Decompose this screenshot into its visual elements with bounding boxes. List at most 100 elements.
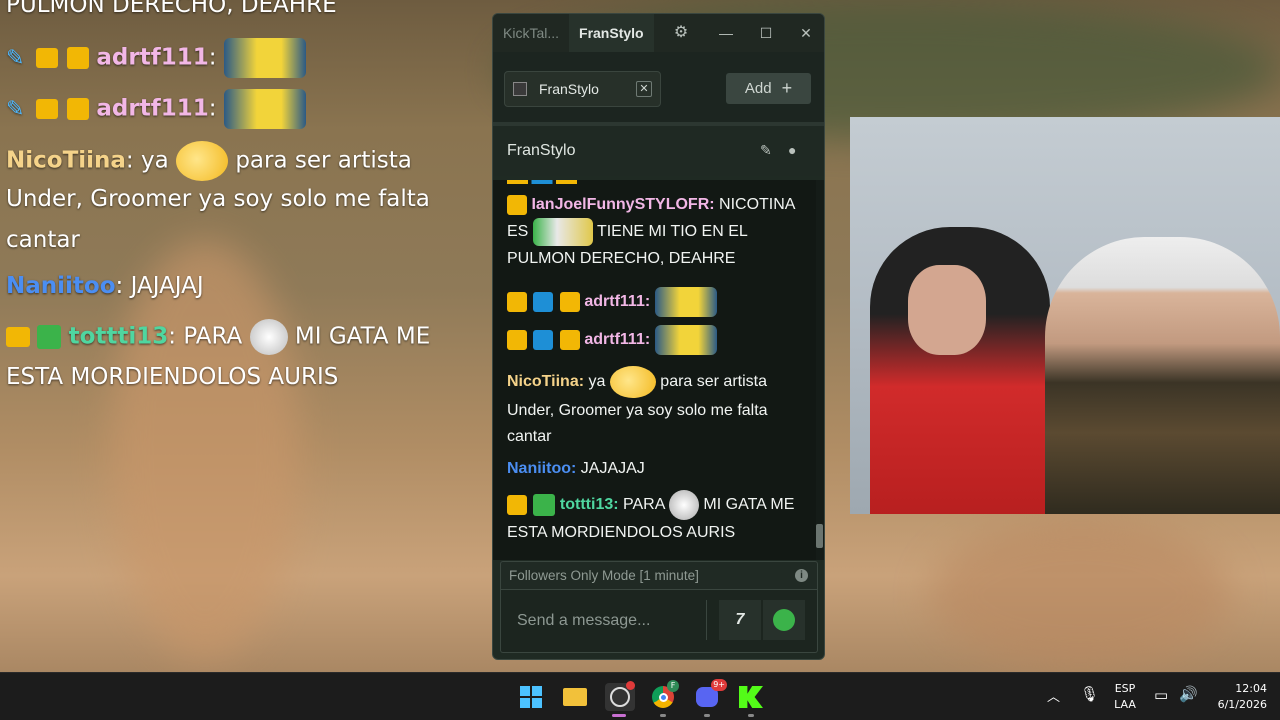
chat-message: adrtf111:: [507, 325, 807, 355]
overlay-line: cantar: [6, 227, 80, 253]
tab-franstylo[interactable]: FranStylo: [569, 14, 654, 52]
kick-emote-button[interactable]: [763, 600, 805, 640]
chat-username[interactable]: adrtf111: [584, 331, 644, 348]
trollface-emote-icon: [668, 490, 699, 520]
microphone-icon[interactable]: 🎙: [1080, 685, 1099, 703]
overlay-text: ESTA MORDIENDOLOS AURIS: [6, 364, 339, 390]
crown-badge-icon: [559, 292, 580, 312]
overlay-text: PULMON DERECHO, DEAHRE: [6, 0, 337, 18]
chat-username[interactable]: NicoTiina: [507, 373, 579, 390]
seventv-icon: 7: [735, 611, 745, 628]
chat-scrollbar[interactable]: [816, 180, 824, 560]
plus-icon: +: [781, 78, 793, 98]
show-hidden-icons-chevron-icon[interactable]: ︿: [1047, 686, 1060, 705]
channel-chip[interactable]: FranStylo ✕: [504, 71, 661, 107]
kick-badge-icon: [507, 292, 527, 312]
crown-badge-icon: [559, 330, 580, 350]
crown-badge-icon: [35, 99, 58, 119]
chat-text: Under, Groomer ya soy solo me falta: [507, 402, 768, 419]
followers-mode-text: Followers Only Mode [1 minute]: [509, 568, 699, 583]
title-bar: KickTal... FranStylo ⚙ — ☐ ✕: [493, 14, 824, 52]
chrome-profile-badge: F: [667, 680, 679, 692]
emote-face-icon: [773, 609, 795, 631]
chat-message: adrtf111:: [507, 287, 807, 317]
network-icon[interactable]: ▭: [1154, 686, 1168, 704]
smile-thumbs-emote-icon: [176, 141, 229, 181]
minimize-button[interactable]: —: [706, 14, 746, 52]
moderator-badge-icon: [533, 292, 554, 312]
maximize-button[interactable]: ☐: [746, 14, 786, 52]
trollface-emote-icon: [532, 218, 593, 246]
obs-icon[interactable]: [605, 681, 635, 711]
background-deer-right: [930, 520, 1230, 670]
overlay-line: Under, Groomer ya soy solo me falta: [6, 186, 430, 212]
file-explorer-icon[interactable]: [561, 683, 589, 711]
discord-icon[interactable]: 9+: [693, 679, 727, 711]
chat-message: Naniitoo: JAJAJAJ: [507, 456, 807, 482]
overlay-separator: :: [208, 95, 217, 122]
chat-text: ESTA MORDIENDOLOS AURIS: [507, 524, 736, 541]
chat-username[interactable]: Naniitoo: [507, 460, 571, 477]
partial-badges: [507, 180, 577, 184]
moderator-badge-icon: ✎: [6, 45, 25, 71]
language-code: ESP: [1114, 682, 1136, 695]
overlay-separator: :: [208, 44, 217, 71]
chat-text: TIENE MI TIO EN EL: [592, 223, 748, 241]
volume-icon[interactable]: 🔊: [1179, 685, 1198, 703]
minion-emote-icon: [223, 89, 306, 129]
chat-text: PULMON DERECHO, DEAHRE: [507, 250, 736, 267]
streamer-left-face: [908, 265, 986, 355]
taskbar-running-dot: [660, 714, 666, 717]
overlay-text: para ser artista: [228, 147, 412, 174]
info-icon[interactable]: i: [795, 569, 808, 582]
chip-close-icon[interactable]: ✕: [636, 81, 652, 97]
language-indicator[interactable]: ESP LAA: [1110, 682, 1140, 711]
chrome-icon[interactable]: F: [649, 680, 679, 711]
minion-emote-icon: [654, 325, 717, 355]
moderator-badge-icon: ✎: [6, 96, 25, 122]
overlay-line: NicoTiina: ya para ser artista: [6, 141, 412, 181]
discord-notification-badge: 9+: [711, 679, 727, 691]
chat-text: ya: [584, 373, 606, 391]
chat-username[interactable]: tottti13: [560, 496, 613, 513]
clock[interactable]: 12:04 6/1/2026: [1205, 682, 1267, 711]
close-button[interactable]: ✕: [786, 14, 824, 52]
message-composer: 7: [500, 590, 818, 653]
add-label: Add: [744, 80, 772, 97]
overlay-text: Under, Groomer ya soy solo me falta: [6, 186, 430, 212]
overlay-line: tottti13: PARA MI GATA ME: [6, 319, 430, 355]
chat-message: IanJoelFunnySTYLOFR: NICOTINA ES TIENE M…: [507, 192, 807, 272]
creeper-badge-icon: [37, 325, 62, 349]
chat-text: para ser artista: [655, 373, 767, 391]
overlay-separator: :: [168, 323, 177, 350]
add-channel-button[interactable]: Add +: [726, 73, 811, 104]
tab-kicktalk[interactable]: KickTal...: [493, 14, 569, 52]
chat-separator: :: [644, 293, 651, 311]
kick-badge-icon: [507, 330, 527, 350]
windows-taskbar: F 9+ ︿ 🎙 ESP LAA ▭ 🔊 12:04 6/1/2026: [0, 672, 1280, 720]
overlay-username: Naniitoo: [6, 273, 116, 299]
crown-badge-icon: [6, 327, 30, 347]
kick-app-icon[interactable]: [737, 683, 765, 711]
trollface-emote-icon: [249, 319, 288, 355]
keyboard-layout: LAA: [1114, 698, 1136, 711]
overlay-line: ✎ adrtf111:: [6, 38, 306, 78]
settings-gear-icon[interactable]: ⚙: [661, 14, 701, 52]
chat-username[interactable]: adrtf111: [584, 293, 644, 310]
pin-icon[interactable]: ✎: [760, 142, 778, 160]
kick-badge-icon: [67, 98, 90, 120]
overlay-line: PULMON DERECHO, DEAHRE: [6, 0, 337, 18]
webcam-video: [850, 117, 1280, 514]
smile-thumbs-emote-icon: [609, 366, 656, 398]
user-icon[interactable]: ●: [788, 142, 806, 160]
windows-start-icon[interactable]: [517, 683, 545, 711]
overlay-text: ya: [133, 147, 169, 174]
chat-username[interactable]: IanJoelFunnySTYLOFR: [531, 196, 709, 213]
seventv-emote-button[interactable]: 7: [719, 600, 761, 640]
chat-text: NICOTINA: [714, 196, 796, 213]
chat-text: ES: [507, 223, 529, 241]
overlay-text: JAJAJAJ: [123, 273, 204, 299]
chat-message: tottti13: PARA MI GATA ME ESTA MORDIENDO…: [507, 490, 807, 546]
message-input[interactable]: [505, 598, 705, 644]
chat-scrollbar-thumb[interactable]: [816, 524, 823, 548]
